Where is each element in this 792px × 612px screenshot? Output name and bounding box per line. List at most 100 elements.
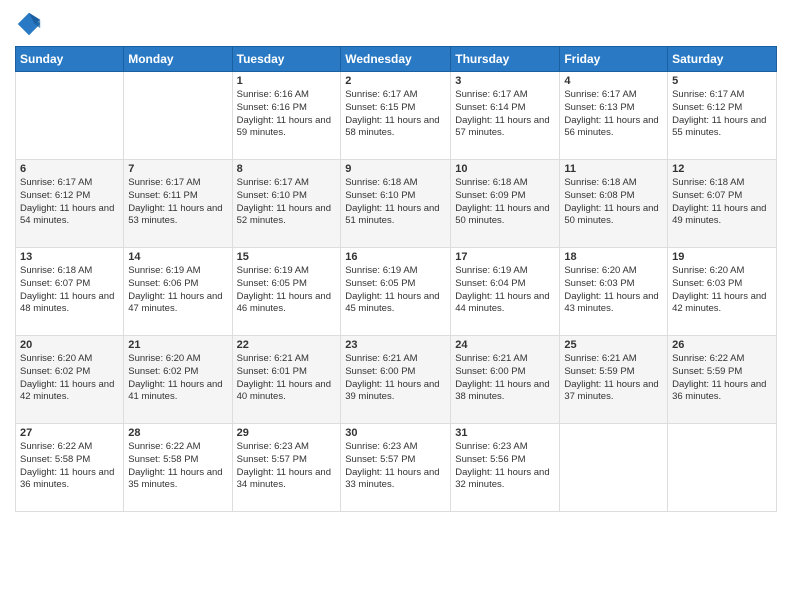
day-info: Sunrise: 6:20 AM Sunset: 6:02 PM Dayligh… [128, 353, 227, 404]
day-info: Sunrise: 6:21 AM Sunset: 6:00 PM Dayligh… [455, 353, 555, 404]
day-number: 14 [128, 251, 227, 263]
day-number: 6 [20, 163, 119, 175]
calendar-cell: 28Sunrise: 6:22 AM Sunset: 5:58 PM Dayli… [124, 424, 232, 512]
day-number: 19 [672, 251, 772, 263]
calendar-week-row: 20 Sunrise: 6:20 AM Sunset: 6:02 PM Dayli… [16, 336, 777, 424]
day-number: 18 [564, 251, 663, 263]
day-info: Sunrise: 6:19 AM Sunset: 6:06 PM Dayligh… [128, 265, 227, 316]
calendar-cell: 7 Sunrise: 6:17 AM Sunset: 6:11 PM Daylig… [124, 160, 232, 248]
calendar-cell: 21 Sunrise: 6:20 AM Sunset: 6:02 PM Dayli… [124, 336, 232, 424]
day-info: Sunrise: 6:21 AM Sunset: 5:59 PM Dayligh… [564, 353, 663, 404]
day-number: 23 [345, 339, 446, 351]
weekday-header: Friday [560, 47, 668, 72]
day-info: Sunrise: 6:17 AM Sunset: 6:13 PM Dayligh… [564, 89, 663, 140]
day-number: 22 [237, 339, 337, 351]
day-number: 1 [237, 75, 337, 87]
calendar-cell: 15 Sunrise: 6:19 AM Sunset: 6:05 PM Dayli… [232, 248, 341, 336]
day-info: Sunrise: 6:18 AM Sunset: 6:08 PM Dayligh… [564, 177, 663, 228]
calendar-cell: 16 Sunrise: 6:19 AM Sunset: 6:05 PM Dayli… [341, 248, 451, 336]
day-number: 29 [237, 427, 337, 439]
calendar-cell [124, 72, 232, 160]
day-info: Sunrise: 6:17 AM Sunset: 6:12 PM Dayligh… [20, 177, 119, 228]
day-info: Sunrise: 6:20 AM Sunset: 6:02 PM Dayligh… [20, 353, 119, 404]
day-number: 3 [455, 75, 555, 87]
day-info: Sunrise: 6:23 AM Sunset: 5:57 PM Dayligh… [237, 441, 337, 492]
calendar-cell: 30 Sunrise: 6:23 AM Sunset: 5:57 PM Dayli… [341, 424, 451, 512]
day-info: Sunrise: 6:22 AM Sunset: 5:59 PM Dayligh… [672, 353, 772, 404]
day-number: 21 [128, 339, 227, 351]
calendar-cell: 20 Sunrise: 6:20 AM Sunset: 6:02 PM Dayli… [16, 336, 124, 424]
day-number: 7 [128, 163, 227, 175]
calendar-cell: 5 Sunrise: 6:17 AM Sunset: 6:12 PM Daylig… [668, 72, 777, 160]
day-number: 12 [672, 163, 772, 175]
calendar-cell: 22 Sunrise: 6:21 AM Sunset: 6:01 PM Dayli… [232, 336, 341, 424]
calendar-cell: 4 Sunrise: 6:17 AM Sunset: 6:13 PM Daylig… [560, 72, 668, 160]
calendar-cell: 3 Sunrise: 6:17 AM Sunset: 6:14 PM Daylig… [451, 72, 560, 160]
day-info: Sunrise: 6:17 AM Sunset: 6:10 PM Dayligh… [237, 177, 337, 228]
day-number: 16 [345, 251, 446, 263]
calendar-cell: 19 Sunrise: 6:20 AM Sunset: 6:03 PM Dayli… [668, 248, 777, 336]
day-info: Sunrise: 6:20 AM Sunset: 6:03 PM Dayligh… [672, 265, 772, 316]
day-number: 30 [345, 427, 446, 439]
day-number: 15 [237, 251, 337, 263]
day-info: Sunrise: 6:21 AM Sunset: 6:00 PM Dayligh… [345, 353, 446, 404]
weekday-header: Sunday [16, 47, 124, 72]
day-number: 4 [564, 75, 663, 87]
day-info: Sunrise: 6:18 AM Sunset: 6:10 PM Dayligh… [345, 177, 446, 228]
day-info: Sunrise: 6:18 AM Sunset: 6:07 PM Dayligh… [672, 177, 772, 228]
calendar-cell: 31Sunrise: 6:23 AM Sunset: 5:56 PM Dayli… [451, 424, 560, 512]
day-info: Sunrise: 6:22 AM Sunset: 5:58 PM Dayligh… [128, 441, 227, 492]
day-info: Sunrise: 6:19 AM Sunset: 6:04 PM Dayligh… [455, 265, 555, 316]
calendar-cell: 14 Sunrise: 6:19 AM Sunset: 6:06 PM Dayli… [124, 248, 232, 336]
day-number: 17 [455, 251, 555, 263]
calendar-header-row: SundayMondayTuesdayWednesdayThursdayFrid… [16, 47, 777, 72]
day-number: 11 [564, 163, 663, 175]
logo-icon [15, 10, 43, 38]
day-info: Sunrise: 6:19 AM Sunset: 6:05 PM Dayligh… [237, 265, 337, 316]
header [15, 10, 777, 38]
day-info: Sunrise: 6:17 AM Sunset: 6:14 PM Dayligh… [455, 89, 555, 140]
calendar-cell: 17 Sunrise: 6:19 AM Sunset: 6:04 PM Dayli… [451, 248, 560, 336]
day-number: 20 [20, 339, 119, 351]
weekday-header: Monday [124, 47, 232, 72]
calendar-week-row: 13 Sunrise: 6:18 AM Sunset: 6:07 PM Dayli… [16, 248, 777, 336]
calendar-table: SundayMondayTuesdayWednesdayThursdayFrid… [15, 46, 777, 512]
day-number: 9 [345, 163, 446, 175]
day-number: 13 [20, 251, 119, 263]
day-number: 10 [455, 163, 555, 175]
calendar-cell: 29 Sunrise: 6:23 AM Sunset: 5:57 PM Dayli… [232, 424, 341, 512]
calendar-week-row: 1 Sunrise: 6:16 AM Sunset: 6:16 PM Daylig… [16, 72, 777, 160]
calendar-week-row: 27Sunrise: 6:22 AM Sunset: 5:58 PM Dayli… [16, 424, 777, 512]
day-number: 24 [455, 339, 555, 351]
logo [15, 10, 47, 38]
day-info: Sunrise: 6:17 AM Sunset: 6:15 PM Dayligh… [345, 89, 446, 140]
calendar-cell: 9 Sunrise: 6:18 AM Sunset: 6:10 PM Daylig… [341, 160, 451, 248]
day-info: Sunrise: 6:17 AM Sunset: 6:12 PM Dayligh… [672, 89, 772, 140]
day-info: Sunrise: 6:23 AM Sunset: 5:57 PM Dayligh… [345, 441, 446, 492]
calendar-cell: 6 Sunrise: 6:17 AM Sunset: 6:12 PM Daylig… [16, 160, 124, 248]
day-number: 26 [672, 339, 772, 351]
calendar-cell [668, 424, 777, 512]
page: SundayMondayTuesdayWednesdayThursdayFrid… [0, 0, 792, 612]
weekday-header: Tuesday [232, 47, 341, 72]
calendar-cell: 24 Sunrise: 6:21 AM Sunset: 6:00 PM Dayli… [451, 336, 560, 424]
calendar-cell: 18Sunrise: 6:20 AM Sunset: 6:03 PM Dayli… [560, 248, 668, 336]
day-info: Sunrise: 6:18 AM Sunset: 6:07 PM Dayligh… [20, 265, 119, 316]
day-info: Sunrise: 6:17 AM Sunset: 6:11 PM Dayligh… [128, 177, 227, 228]
calendar-cell: 1 Sunrise: 6:16 AM Sunset: 6:16 PM Daylig… [232, 72, 341, 160]
day-number: 5 [672, 75, 772, 87]
day-info: Sunrise: 6:19 AM Sunset: 6:05 PM Dayligh… [345, 265, 446, 316]
day-info: Sunrise: 6:16 AM Sunset: 6:16 PM Dayligh… [237, 89, 337, 140]
day-number: 8 [237, 163, 337, 175]
day-number: 2 [345, 75, 446, 87]
calendar-cell: 13 Sunrise: 6:18 AM Sunset: 6:07 PM Dayli… [16, 248, 124, 336]
day-number: 25 [564, 339, 663, 351]
day-number: 31 [455, 427, 555, 439]
weekday-header: Saturday [668, 47, 777, 72]
calendar-cell: 2 Sunrise: 6:17 AM Sunset: 6:15 PM Daylig… [341, 72, 451, 160]
calendar-week-row: 6 Sunrise: 6:17 AM Sunset: 6:12 PM Daylig… [16, 160, 777, 248]
day-info: Sunrise: 6:21 AM Sunset: 6:01 PM Dayligh… [237, 353, 337, 404]
calendar-cell: 23 Sunrise: 6:21 AM Sunset: 6:00 PM Dayli… [341, 336, 451, 424]
day-info: Sunrise: 6:18 AM Sunset: 6:09 PM Dayligh… [455, 177, 555, 228]
calendar-cell: 11 Sunrise: 6:18 AM Sunset: 6:08 PM Dayli… [560, 160, 668, 248]
